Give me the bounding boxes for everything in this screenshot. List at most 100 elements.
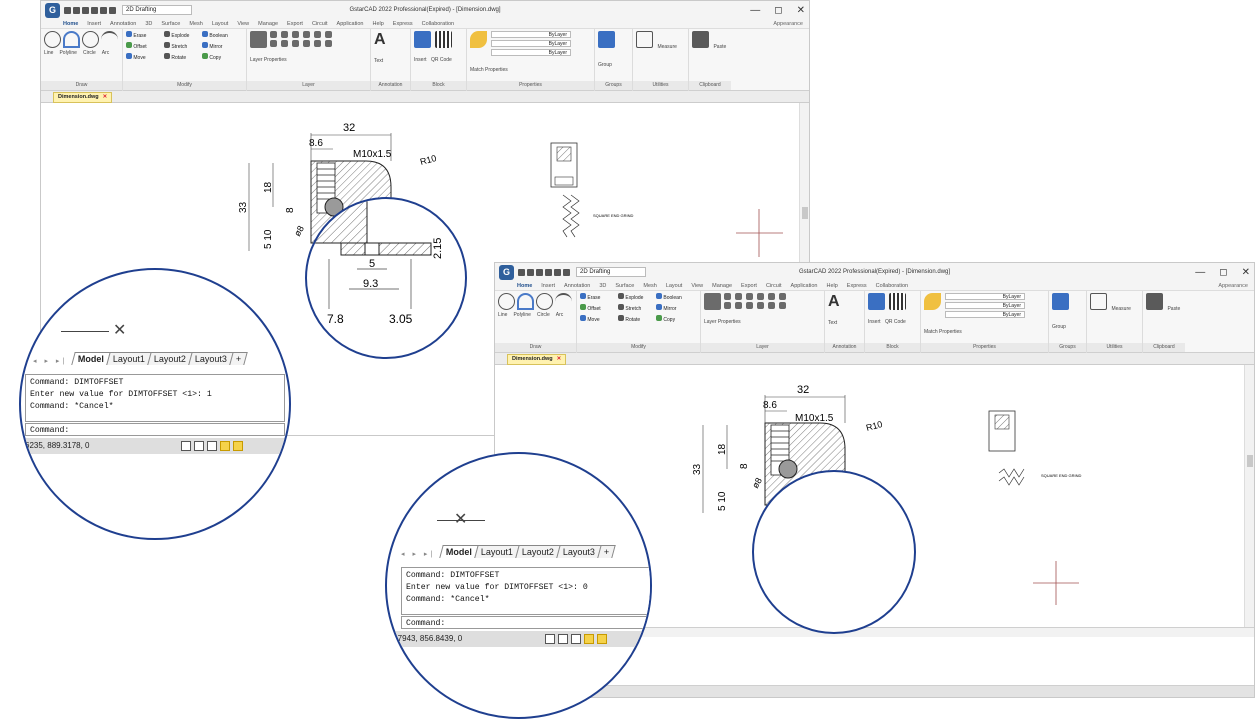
- tab-circuit-b[interactable]: Circuit: [766, 283, 782, 289]
- grid-toggle-icon-b[interactable]: [545, 634, 555, 644]
- polyline-tool-icon-b[interactable]: [517, 293, 534, 310]
- polar-toggle-icon[interactable]: [220, 441, 230, 451]
- measure-icon[interactable]: [636, 31, 653, 48]
- line-tool-icon[interactable]: [44, 31, 61, 48]
- app-logo-icon-b[interactable]: G: [499, 264, 514, 280]
- tab-collaboration-b[interactable]: Collaboration: [876, 283, 908, 289]
- tab-home[interactable]: Home: [63, 21, 78, 27]
- tab-layout-b[interactable]: Layout: [666, 283, 683, 289]
- tab-layout3[interactable]: Layout3: [188, 352, 235, 365]
- measure-icon-b[interactable]: [1090, 293, 1107, 310]
- paste-icon-b[interactable]: [1146, 293, 1163, 310]
- snap-toggle-icon[interactable]: [194, 441, 204, 451]
- match-properties-icon[interactable]: [470, 31, 487, 48]
- group-icon[interactable]: [598, 31, 615, 48]
- tab-insert[interactable]: Insert: [87, 21, 101, 27]
- color-select-b[interactable]: ByLayer: [945, 293, 1025, 300]
- tab-application-b[interactable]: Application: [791, 283, 818, 289]
- tab-layout1[interactable]: Layout1: [106, 352, 153, 365]
- color-select[interactable]: ByLayer: [491, 31, 571, 38]
- tab-collaboration[interactable]: Collaboration: [422, 21, 454, 27]
- qr-code-icon-b[interactable]: [889, 293, 906, 310]
- rotate-button-b[interactable]: Rotate: [618, 315, 656, 323]
- move-button-b[interactable]: Move: [580, 315, 618, 323]
- mirror-button[interactable]: Mirror: [202, 42, 240, 50]
- tab-annotation[interactable]: Annotation: [110, 21, 136, 27]
- explode-button-b[interactable]: Explode: [618, 293, 656, 301]
- vertical-scrollbar-b[interactable]: [1244, 365, 1254, 637]
- close-button[interactable]: ✕: [797, 5, 805, 16]
- erase-button[interactable]: Erase: [126, 31, 164, 39]
- ortho-toggle-icon[interactable]: [207, 441, 217, 451]
- tab-layout3-b[interactable]: Layout3: [556, 545, 603, 558]
- tab-mesh[interactable]: Mesh: [189, 21, 202, 27]
- appearance-menu-b[interactable]: Appearance: [1218, 283, 1248, 289]
- boolean-button[interactable]: Boolean: [202, 31, 240, 39]
- polyline-tool-icon[interactable]: [63, 31, 80, 48]
- tab-home-b[interactable]: Home: [517, 283, 532, 289]
- lineweight-select[interactable]: ByLayer: [491, 49, 571, 56]
- tab-circuit[interactable]: Circuit: [312, 21, 328, 27]
- snap-toggle-icon-b[interactable]: [558, 634, 568, 644]
- doc-tab-close-icon-b[interactable]: ✕: [557, 356, 562, 362]
- tab-surface-b[interactable]: Surface: [615, 283, 634, 289]
- line-tool-icon-b[interactable]: [498, 293, 515, 310]
- command-close-icon-b[interactable]: ✕: [454, 509, 467, 529]
- tab-manage[interactable]: Manage: [258, 21, 278, 27]
- group-icon-b[interactable]: [1052, 293, 1069, 310]
- lineweight-select-b[interactable]: ByLayer: [945, 311, 1025, 318]
- tab-layout[interactable]: Layout: [212, 21, 229, 27]
- tab-help[interactable]: Help: [372, 21, 383, 27]
- mirror-button-b[interactable]: Mirror: [656, 304, 694, 312]
- layout-nav-icon[interactable]: ◂ ▸ ▸|: [33, 357, 67, 365]
- tab-view-b[interactable]: View: [691, 283, 703, 289]
- insert-block-icon-b[interactable]: [868, 293, 885, 310]
- polar-toggle-icon-b[interactable]: [584, 634, 594, 644]
- stretch-button-b[interactable]: Stretch: [618, 304, 656, 312]
- move-button[interactable]: Move: [126, 53, 164, 61]
- ortho-toggle-icon-b[interactable]: [571, 634, 581, 644]
- tab-manage-b[interactable]: Manage: [712, 283, 732, 289]
- explode-button[interactable]: Explode: [164, 31, 202, 39]
- osnap-toggle-icon-b[interactable]: [597, 634, 607, 644]
- app-logo-icon[interactable]: G: [45, 2, 60, 18]
- qr-code-icon[interactable]: [435, 31, 452, 48]
- copy-button[interactable]: Copy: [202, 53, 240, 61]
- stretch-button[interactable]: Stretch: [164, 42, 202, 50]
- tab-model[interactable]: Model: [71, 352, 111, 365]
- tab-help-b[interactable]: Help: [826, 283, 837, 289]
- tab-add-layout[interactable]: +: [229, 352, 249, 365]
- quick-access-toolbar-b[interactable]: [518, 268, 570, 276]
- doc-tab-dimension[interactable]: Dimension.dwg ✕: [53, 92, 113, 103]
- tab-express[interactable]: Express: [393, 21, 413, 27]
- minimize-button-b[interactable]: —: [1195, 267, 1205, 278]
- tab-model-b[interactable]: Model: [439, 545, 479, 558]
- tab-annotation-b[interactable]: Annotation: [564, 283, 590, 289]
- offset-button[interactable]: Offset: [126, 42, 164, 50]
- quick-access-toolbar[interactable]: [64, 6, 116, 14]
- layer-properties-icon-b[interactable]: [704, 293, 721, 310]
- tab-mesh-b[interactable]: Mesh: [643, 283, 656, 289]
- appearance-menu[interactable]: Appearance: [773, 21, 803, 27]
- tab-layout2[interactable]: Layout2: [147, 352, 194, 365]
- insert-block-icon[interactable]: [414, 31, 431, 48]
- linetype-select[interactable]: ByLayer: [491, 40, 571, 47]
- layout-nav-icon-b[interactable]: ◂ ▸ ▸|: [401, 550, 435, 558]
- copy-button-b[interactable]: Copy: [656, 315, 694, 323]
- tab-surface[interactable]: Surface: [161, 21, 180, 27]
- erase-button-b[interactable]: Erase: [580, 293, 618, 301]
- arc-tool-icon-b[interactable]: [555, 293, 572, 310]
- offset-button-b[interactable]: Offset: [580, 304, 618, 312]
- paste-icon[interactable]: [692, 31, 709, 48]
- tab-export[interactable]: Export: [287, 21, 303, 27]
- tab-view[interactable]: View: [237, 21, 249, 27]
- grid-toggle-icon[interactable]: [181, 441, 191, 451]
- tab-insert-b[interactable]: Insert: [541, 283, 555, 289]
- workspace-select-b[interactable]: 2D Drafting: [576, 267, 646, 277]
- rotate-button[interactable]: Rotate: [164, 53, 202, 61]
- tab-layout1-b[interactable]: Layout1: [474, 545, 521, 558]
- layer-properties-icon[interactable]: [250, 31, 267, 48]
- text-tool-icon[interactable]: A: [374, 31, 407, 49]
- doc-tab-close-icon[interactable]: ✕: [103, 94, 108, 100]
- maximize-button[interactable]: ◻: [774, 5, 782, 16]
